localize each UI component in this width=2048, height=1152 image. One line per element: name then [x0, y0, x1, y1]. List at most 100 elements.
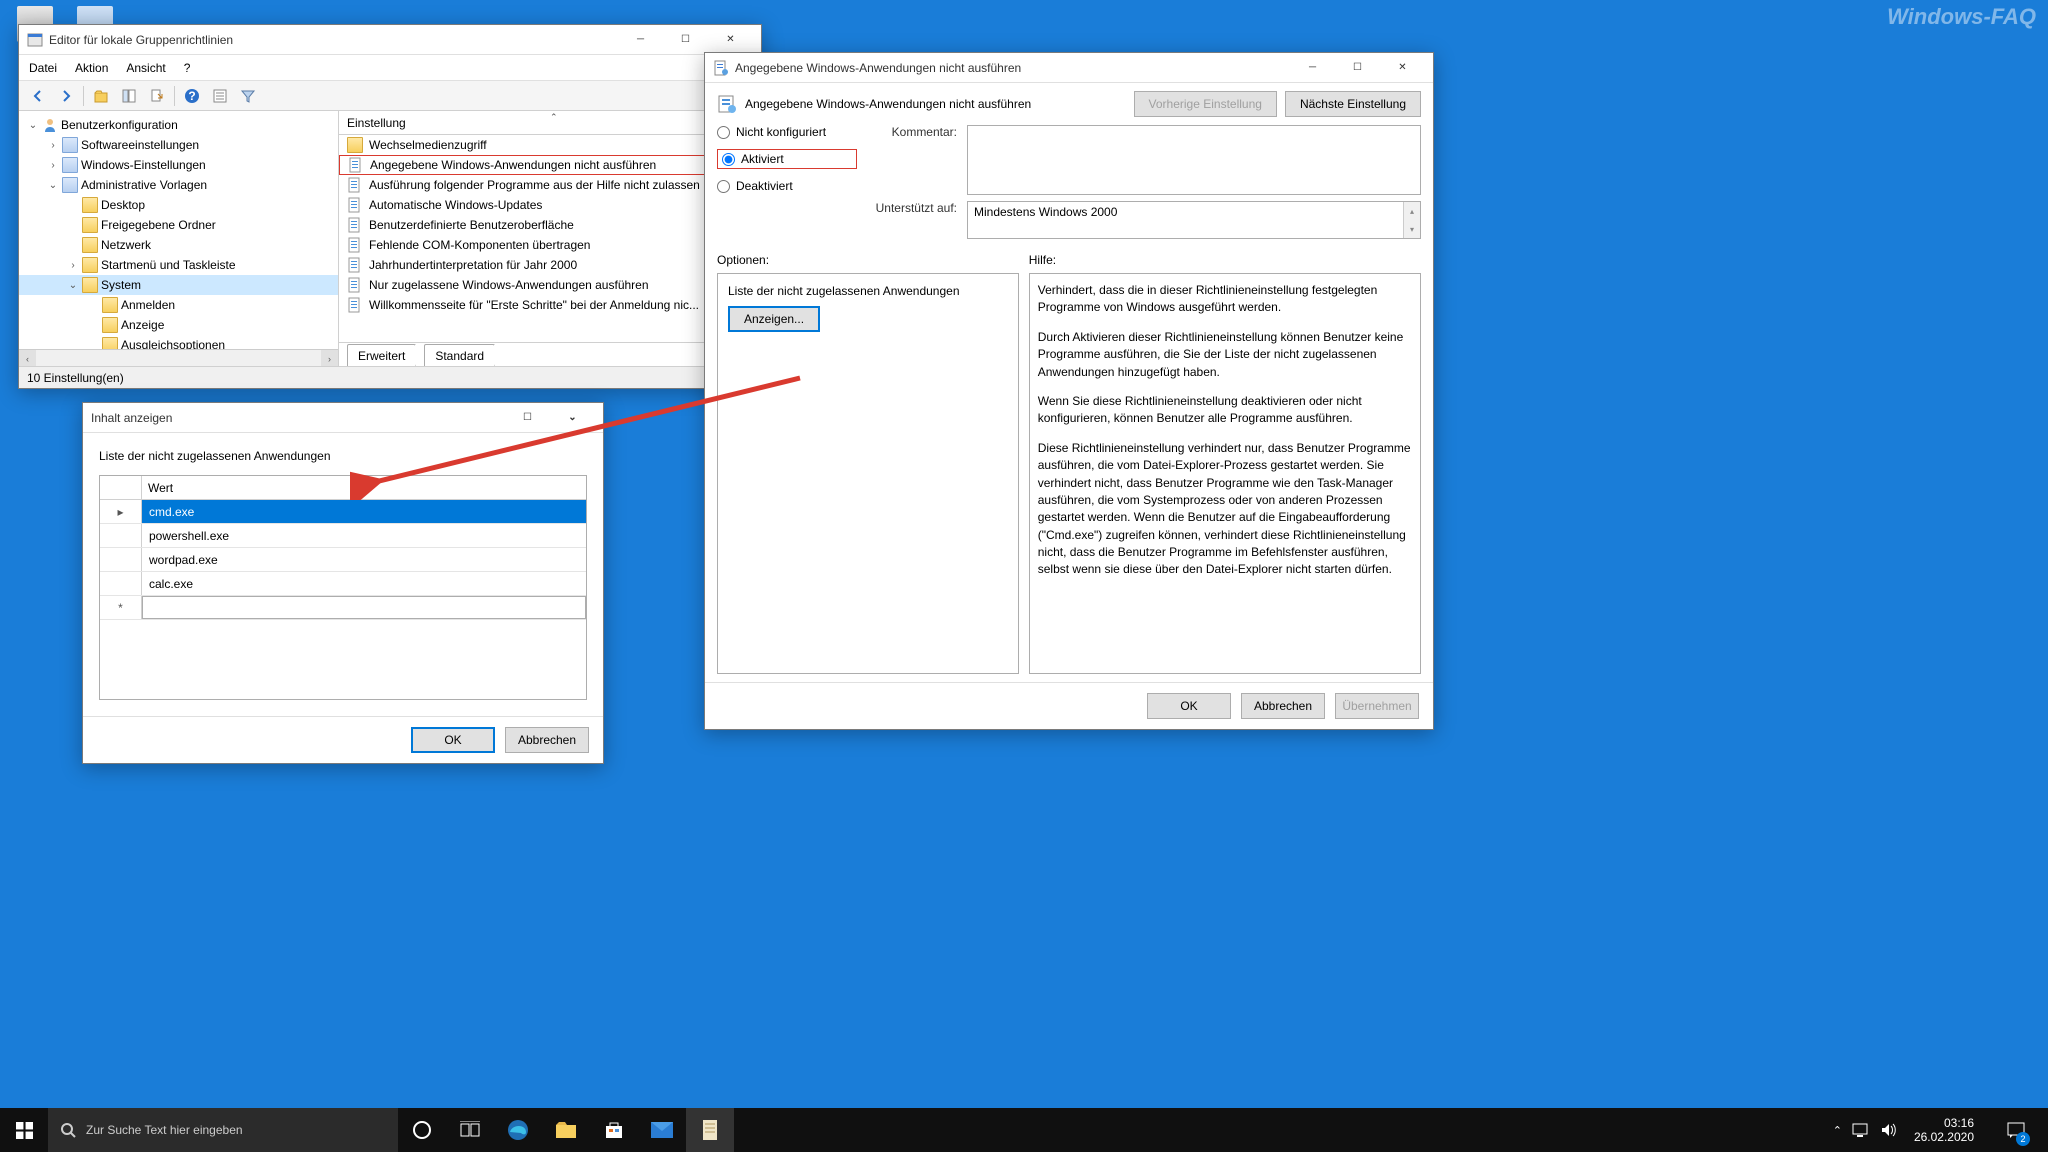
policy-heading-icon	[717, 94, 737, 114]
value-row[interactable]: ▸cmd.exe	[100, 500, 586, 524]
cancel-button[interactable]: Abbrechen	[1241, 693, 1325, 719]
list-tabs: Erweitert Standard	[339, 342, 761, 366]
inhalt-titlebar[interactable]: Inhalt anzeigen ☐ ⌄	[83, 403, 603, 433]
back-button[interactable]	[27, 85, 49, 107]
clock[interactable]: 03:16 26.02.2020	[1906, 1116, 1982, 1145]
tree-item[interactable]: Desktop	[19, 195, 338, 215]
tree-item[interactable]: ›Softwareeinstellungen	[19, 135, 338, 155]
tree-scrollbar[interactable]: ‹›	[19, 349, 338, 366]
radio-not-configured[interactable]: Nicht konfiguriert	[717, 125, 857, 139]
maximize-button[interactable]: ☐	[1335, 54, 1380, 82]
system-tray[interactable]: ⌃ 03:16 26.02.2020 2	[1825, 1108, 2048, 1152]
properties-icon[interactable]	[209, 85, 231, 107]
setting-row[interactable]: Wechselmedienzugriff	[339, 135, 761, 155]
show-list-button[interactable]: Anzeigen...	[728, 306, 820, 332]
list-header[interactable]: Einstellung ⌃	[339, 111, 761, 135]
tree-item[interactable]: ⌄System	[19, 275, 338, 295]
value-row[interactable]: powershell.exe	[100, 524, 586, 548]
options-pane: Liste der nicht zugelassenen Anwendungen…	[717, 273, 1019, 674]
network-icon[interactable]	[1852, 1123, 1870, 1137]
help-text[interactable]: Verhindert, dass die in dieser Richtlini…	[1029, 273, 1421, 674]
tree-item[interactable]: Anzeige	[19, 315, 338, 335]
close-button[interactable]: ⌄	[550, 404, 595, 432]
policy-heading: Angegebene Windows-Anwendungen nicht aus…	[745, 97, 1126, 111]
radio-enabled[interactable]: Aktiviert	[717, 149, 857, 169]
store-icon[interactable]	[590, 1108, 638, 1152]
policy-titlebar[interactable]: Angegebene Windows-Anwendungen nicht aus…	[705, 53, 1433, 83]
value-row[interactable]: wordpad.exe	[100, 548, 586, 572]
tree-root[interactable]: ⌄ Benutzerkonfiguration	[19, 115, 338, 135]
comment-label: Kommentar:	[867, 125, 957, 195]
setting-row[interactable]: Willkommensseite für "Erste Schritte" be…	[339, 295, 761, 315]
tab-standard[interactable]: Standard	[424, 344, 495, 366]
menu-help[interactable]: ?	[184, 61, 191, 75]
search-placeholder: Zur Suche Text hier eingeben	[86, 1123, 243, 1137]
up-button[interactable]	[90, 85, 112, 107]
setting-row[interactable]: Benutzerdefinierte Benutzeroberfläche	[339, 215, 761, 235]
edge-icon[interactable]	[494, 1108, 542, 1152]
tree-item[interactable]: Freigegebene Ordner	[19, 215, 338, 235]
inhalt-list-label: Liste der nicht zugelassenen Anwendungen	[99, 449, 587, 463]
supported-label: Unterstützt auf:	[867, 201, 957, 239]
tree-item[interactable]: Netzwerk	[19, 235, 338, 255]
menu-view[interactable]: Ansicht	[126, 61, 165, 75]
task-view-icon[interactable]	[446, 1108, 494, 1152]
cancel-button[interactable]: Abbrechen	[505, 727, 589, 753]
maximize-button[interactable]: ☐	[663, 26, 708, 54]
svg-text:?: ?	[188, 89, 195, 103]
export-icon[interactable]	[146, 85, 168, 107]
tab-erweitert[interactable]: Erweitert	[347, 344, 416, 366]
mail-icon[interactable]	[638, 1108, 686, 1152]
explorer-icon[interactable]	[542, 1108, 590, 1152]
setting-row[interactable]: Jahrhundertinterpretation für Jahr 2000	[339, 255, 761, 275]
gpedit-menubar: Datei Aktion Ansicht ?	[19, 55, 761, 81]
ok-button[interactable]: OK	[1147, 693, 1231, 719]
policy-dialog: Angegebene Windows-Anwendungen nicht aus…	[704, 52, 1434, 730]
setting-row[interactable]: Angegebene Windows-Anwendungen nicht aus…	[339, 155, 761, 175]
gpedit-titlebar[interactable]: Editor für lokale Gruppenrichtlinien ─ ☐…	[19, 25, 761, 55]
minimize-button[interactable]: ─	[1290, 54, 1335, 82]
value-row[interactable]: calc.exe	[100, 572, 586, 596]
filter-icon[interactable]	[237, 85, 259, 107]
help-label: Hilfe:	[1029, 253, 1421, 267]
cortana-icon[interactable]	[398, 1108, 446, 1152]
setting-row[interactable]: Fehlende COM-Komponenten übertragen	[339, 235, 761, 255]
settings-list[interactable]: WechselmedienzugriffAngegebene Windows-A…	[339, 135, 761, 342]
radio-disabled[interactable]: Deaktiviert	[717, 179, 857, 193]
forward-button[interactable]	[55, 85, 77, 107]
setting-row[interactable]: Nur zugelassene Windows-Anwendungen ausf…	[339, 275, 761, 295]
values-header[interactable]: Wert	[100, 476, 586, 500]
setting-row[interactable]: Ausführung folgender Programme aus der H…	[339, 175, 761, 195]
list-pane: Einstellung ⌃ WechselmedienzugriffAngege…	[339, 111, 761, 366]
notifications-icon[interactable]: 2	[1992, 1108, 2040, 1152]
menu-action[interactable]: Aktion	[75, 61, 108, 75]
value-row-new[interactable]: *	[100, 596, 586, 620]
search-box[interactable]: Zur Suche Text hier eingeben	[48, 1108, 398, 1152]
maximize-button[interactable]: ☐	[505, 404, 550, 432]
previous-setting-button: Vorherige Einstellung	[1134, 91, 1277, 117]
show-hide-tree-icon[interactable]	[118, 85, 140, 107]
apply-button: Übernehmen	[1335, 693, 1419, 719]
next-setting-button[interactable]: Nächste Einstellung	[1285, 91, 1421, 117]
tree-item[interactable]: ›Startmenü und Taskleiste	[19, 255, 338, 275]
ok-button[interactable]: OK	[411, 727, 495, 753]
tree-item[interactable]: ⌄Administrative Vorlagen	[19, 175, 338, 195]
volume-icon[interactable]	[1880, 1122, 1896, 1138]
search-icon	[60, 1122, 76, 1138]
supported-on: Mindestens Windows 2000▴▾	[967, 201, 1421, 239]
inhalt-title: Inhalt anzeigen	[91, 411, 505, 425]
setting-row[interactable]: Automatische Windows-Updates	[339, 195, 761, 215]
close-button[interactable]: ✕	[708, 26, 753, 54]
menu-file[interactable]: Datei	[29, 61, 57, 75]
comment-textarea[interactable]	[967, 125, 1421, 195]
tree-item[interactable]: ›Windows-Einstellungen	[19, 155, 338, 175]
tree-pane[interactable]: ⌄ Benutzerkonfiguration ›Softwareeinstel…	[19, 111, 339, 366]
notepad-icon[interactable]	[686, 1108, 734, 1152]
tray-chevron-icon[interactable]: ⌃	[1833, 1124, 1842, 1137]
start-button[interactable]	[0, 1108, 48, 1152]
minimize-button[interactable]: ─	[618, 26, 663, 54]
values-grid[interactable]: Wert ▸cmd.exepowershell.exewordpad.execa…	[99, 475, 587, 700]
close-button[interactable]: ✕	[1380, 54, 1425, 82]
tree-item[interactable]: Anmelden	[19, 295, 338, 315]
help-icon[interactable]: ?	[181, 85, 203, 107]
